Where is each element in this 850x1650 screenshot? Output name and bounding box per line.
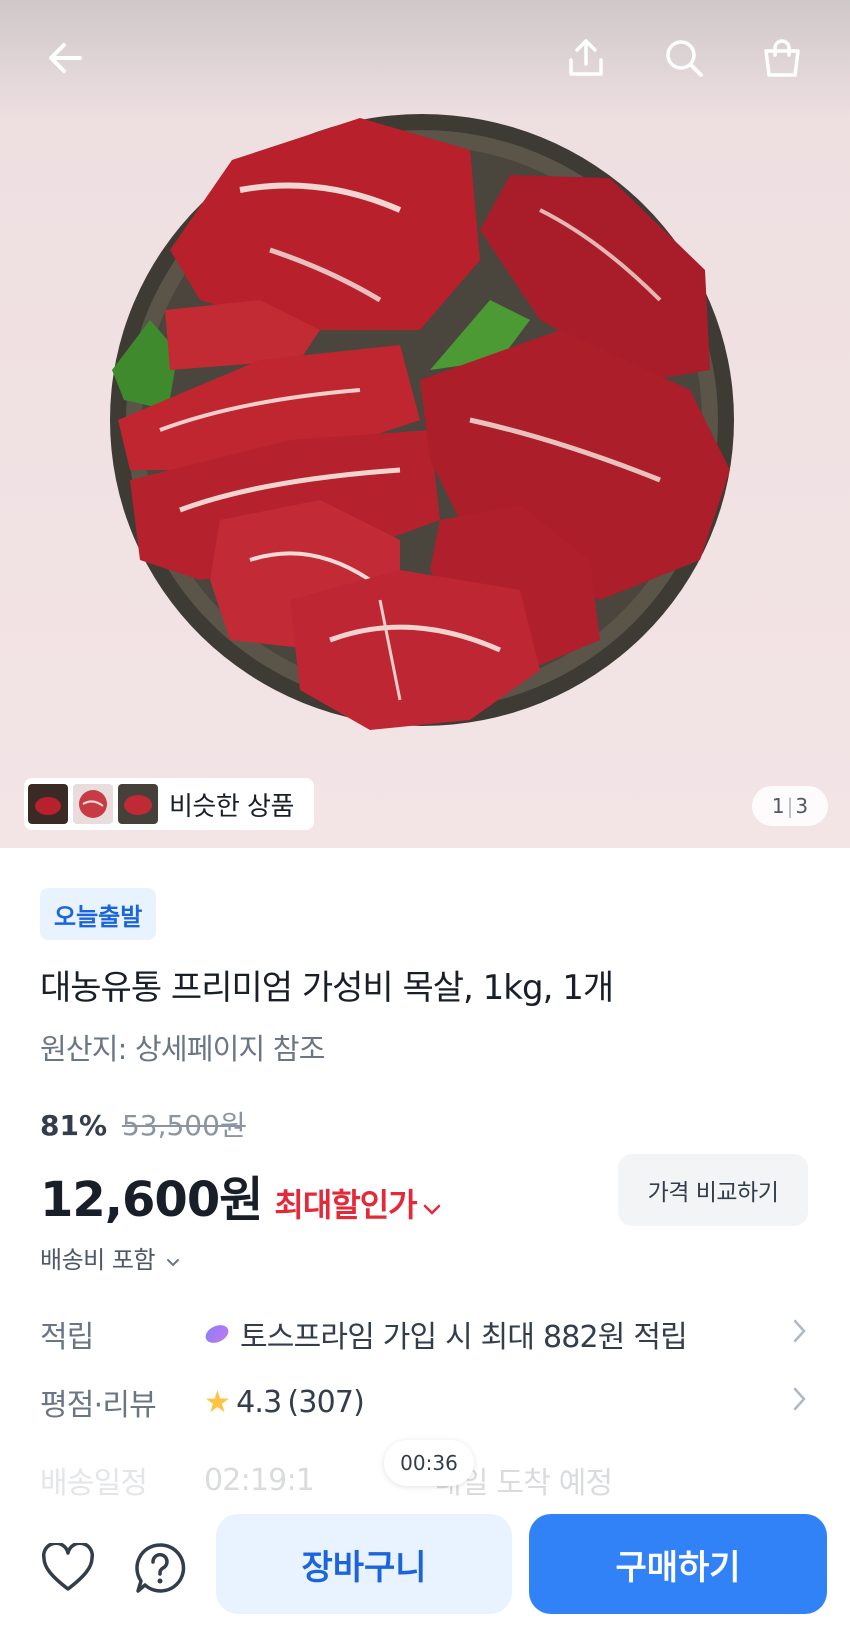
chevron-down-icon <box>166 1252 180 1273</box>
similar-thumb <box>28 784 68 824</box>
product-image-gallery[interactable]: 비슷한 상품 1 | 3 <box>0 0 850 848</box>
shipping-info[interactable]: 배송비 포함 <box>40 1240 180 1275</box>
rating-value: 4.3 <box>236 1384 282 1420</box>
shopping-bag-icon[interactable] <box>754 30 810 86</box>
product-title: 대농유통 프리미엄 가성비 목살, 1kg, 1개 <box>40 968 614 1008</box>
discount-percent: 81% <box>40 1109 108 1142</box>
share-icon[interactable] <box>558 30 614 86</box>
top-navigation-bar <box>0 0 850 120</box>
rating-key: 평점·리뷰 <box>40 1388 157 1423</box>
product-photo <box>110 114 734 730</box>
heart-icon[interactable] <box>38 1538 98 1598</box>
buy-now-button[interactable]: 구매하기 <box>529 1514 827 1614</box>
add-to-cart-button[interactable]: 장바구니 <box>216 1514 512 1614</box>
rating-value-wrap: ★ 4.3 (307) <box>204 1385 810 1420</box>
star-icon: ★ <box>204 1384 231 1420</box>
price-compare-button[interactable]: 가격 비교하기 <box>618 1154 808 1226</box>
similar-products-button[interactable]: 비슷한 상품 <box>24 778 314 830</box>
discount-row: 81% 53,500원 <box>40 1104 246 1144</box>
delivery-countdown: 02:19:1 <box>204 1462 315 1498</box>
price-row: 12,600원 최대할인가 <box>40 1160 441 1230</box>
search-icon[interactable] <box>656 30 712 86</box>
similar-thumb <box>73 784 113 824</box>
max-discount-toggle[interactable]: 최대할인가 <box>274 1180 417 1226</box>
original-price: 53,500원 <box>121 1109 246 1142</box>
image-counter: 1 | 3 <box>752 786 828 826</box>
toss-prime-icon <box>205 1325 229 1343</box>
reward-value: 토스프라임 가입 시 최대 882원 적립 <box>240 1320 688 1355</box>
delivery-key: 배송일정 <box>40 1466 148 1500</box>
shipping-label: 배송비 포함 <box>40 1246 156 1274</box>
image-total: 3 <box>795 794 809 818</box>
chevron-down-icon[interactable] <box>423 1194 441 1222</box>
chevron-right-icon <box>792 1386 808 1419</box>
sale-price: 12,600원 <box>40 1172 263 1228</box>
product-origin: 원산지: 상세페이지 참조 <box>40 1032 325 1066</box>
timer-badge: 00:36 <box>384 1440 474 1486</box>
reward-row[interactable]: 적립 토스프라임 가입 시 최대 882원 적립 <box>40 1306 810 1362</box>
similar-thumb <box>118 784 158 824</box>
rating-review-row[interactable]: 평점·리뷰 ★ 4.3 (307) <box>40 1374 810 1430</box>
review-count: (307) <box>287 1384 365 1420</box>
back-arrow-icon[interactable] <box>38 30 94 86</box>
today-shipping-badge: 오늘출발 <box>40 888 157 940</box>
chevron-right-icon <box>792 1318 808 1351</box>
similar-products-label: 비슷한 상품 <box>169 791 294 822</box>
delivery-value-wrap: 02:19:1 내일 도착 예정 <box>204 1460 810 1501</box>
reward-value-wrap: 토스프라임 가입 시 최대 882원 적립 <box>204 1312 810 1356</box>
image-current: 1 <box>771 794 785 818</box>
reward-key: 적립 <box>40 1320 94 1355</box>
help-icon[interactable] <box>130 1538 190 1598</box>
